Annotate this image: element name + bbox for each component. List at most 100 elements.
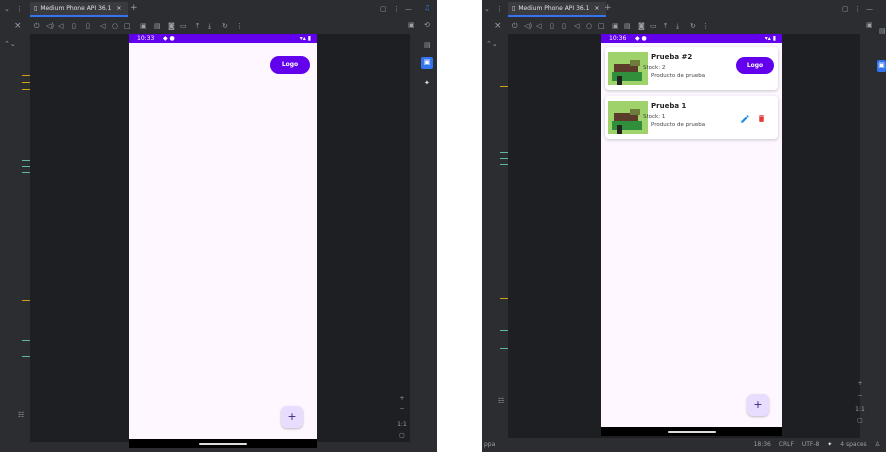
change-marker	[22, 82, 30, 83]
delete-icon[interactable]	[757, 113, 766, 124]
emulator-tool-icon[interactable]: ▣	[877, 60, 886, 72]
status-indent[interactable]: 4 spaces	[840, 441, 866, 448]
edit-icon[interactable]	[740, 114, 750, 124]
rotate-left-icon[interactable]: ▯	[550, 21, 554, 31]
structure-icon[interactable]: ☷	[18, 410, 24, 420]
notifications-icon[interactable]: ♫	[424, 3, 430, 13]
logo-button[interactable]: Logo	[270, 56, 310, 74]
change-marker	[22, 166, 30, 167]
device-mirror-icon[interactable]: ▣	[408, 20, 415, 30]
power-icon[interactable]: ⏻	[34, 21, 40, 31]
product-name: Prueba 1	[651, 102, 687, 110]
rotate-right-icon[interactable]: ▯	[562, 21, 566, 31]
more-icon[interactable]: ⋮	[16, 4, 23, 14]
tab-close-icon[interactable]: ×	[594, 5, 599, 12]
refresh-icon[interactable]: ↻	[222, 21, 228, 31]
home-gesture-handle[interactable]	[667, 431, 716, 433]
left-phone-screen[interactable]: 10:33 ◆ ● ▾▴ ▮ Logo +	[129, 34, 317, 448]
camera-icon[interactable]: ◙	[168, 21, 175, 31]
power-icon[interactable]: ⏻	[512, 21, 518, 31]
change-marker	[500, 164, 508, 165]
rotate-left-icon[interactable]: ▯	[72, 21, 76, 31]
fit-screen-icon[interactable]: ▢	[396, 432, 408, 439]
tab-medium-phone[interactable]: ▯ Medium Phone API 36.1 ×	[508, 2, 607, 17]
add-product-fab[interactable]: +	[281, 406, 303, 428]
status-ai-icon[interactable]: ✦	[827, 441, 832, 448]
back-icon[interactable]: ◁	[100, 21, 105, 31]
zoom-in-button[interactable]: +	[854, 380, 866, 387]
volume-up-icon[interactable]: ◁)	[46, 21, 54, 31]
volume-up-icon[interactable]: ◁)	[524, 21, 532, 31]
display-icon[interactable]: ▭	[180, 21, 187, 31]
emulator-tool-icon[interactable]: ▣	[421, 57, 433, 69]
tab-medium-phone[interactable]: ▯ Medium Phone API 36.1 ×	[30, 2, 129, 17]
minimize-icon[interactable]: —	[405, 4, 412, 14]
download-icon[interactable]: ⤓	[208, 21, 211, 31]
overview-icon[interactable]: □	[124, 21, 131, 31]
download-icon[interactable]: ⤓	[676, 21, 679, 31]
volume-down-icon[interactable]: ◁	[536, 21, 541, 31]
record-icon[interactable]: ▤	[624, 21, 631, 31]
tab-close-icon[interactable]: ×	[116, 5, 121, 12]
volume-down-icon[interactable]: ◁	[58, 21, 63, 31]
screenshot-icon[interactable]: ▣	[140, 21, 147, 31]
status-encoding[interactable]: UTF-8	[802, 441, 820, 448]
minimize-icon[interactable]: —	[866, 4, 873, 14]
close-icon[interactable]: ×	[14, 21, 22, 31]
status-lock-icon[interactable]: ♙	[875, 441, 880, 448]
expand-icon[interactable]: ⌃⌄	[486, 39, 498, 49]
upload-icon[interactable]: ⤒	[664, 21, 667, 31]
running-devices-icon[interactable]: ▤	[424, 40, 431, 50]
status-line-ending[interactable]: CRLF	[779, 441, 794, 448]
restore-icon[interactable]: ▢	[380, 4, 387, 14]
zoom-ratio-button[interactable]: 1:1	[394, 421, 410, 428]
record-icon[interactable]: ▤	[154, 21, 161, 31]
right-ide-window: ⌄ ⋮ ▯ Medium Phone API 36.1 × + ▢ ⋮ — × ⏻…	[482, 0, 886, 452]
status-project[interactable]: ppa	[484, 438, 495, 452]
add-tab-icon[interactable]: +	[130, 3, 138, 13]
screenshot-icon[interactable]: ▣	[612, 21, 619, 31]
add-product-fab[interactable]: +	[747, 394, 769, 416]
ai-assistant-icon[interactable]: ✦	[424, 78, 430, 88]
zoom-in-button[interactable]: +	[396, 395, 408, 402]
toolbar-more-icon[interactable]: ⋮	[236, 21, 243, 31]
product-card[interactable]: Prueba 1 Stock: 1 Producto de prueba	[605, 96, 778, 139]
running-devices-icon[interactable]: ▤	[879, 26, 886, 36]
rotate-right-icon[interactable]: ▯	[86, 21, 90, 31]
product-thumbnail	[608, 101, 648, 134]
chevron-down-icon[interactable]: ⌄	[484, 4, 490, 14]
options-icon[interactable]: ⋮	[854, 4, 861, 14]
device-mirror-icon[interactable]: ▣	[866, 20, 873, 30]
toolbar-more-icon[interactable]: ⋮	[702, 21, 709, 31]
right-phone-screen[interactable]: 10:36 ◆ ● ▾▴ ▮ Prueba #2 Stock: 2 Produc…	[601, 34, 782, 436]
refresh-icon[interactable]: ↻	[690, 21, 696, 31]
change-marker	[500, 86, 508, 87]
status-cursor-position[interactable]: 18:36	[754, 441, 771, 448]
expand-icon[interactable]: ⌃⌄	[4, 39, 16, 49]
chevron-down-icon[interactable]: ⌄	[4, 4, 10, 14]
fit-screen-icon[interactable]: ▢	[854, 417, 866, 424]
sync-icon[interactable]: ⟲	[424, 20, 430, 30]
zoom-out-button[interactable]: −	[396, 405, 408, 412]
display-icon[interactable]: ▭	[650, 21, 657, 31]
add-tab-icon[interactable]: +	[604, 3, 612, 13]
more-icon[interactable]: ⋮	[496, 4, 503, 14]
home-gesture-handle[interactable]	[199, 443, 247, 445]
product-description: Producto de prueba	[651, 73, 706, 79]
change-marker	[500, 348, 508, 349]
restore-icon[interactable]: ▢	[842, 4, 849, 14]
close-icon[interactable]: ×	[494, 21, 502, 31]
back-icon[interactable]: ◁	[574, 21, 579, 31]
camera-icon[interactable]: ◙	[638, 21, 645, 31]
change-marker	[500, 152, 508, 153]
home-icon[interactable]: ○	[586, 21, 592, 31]
overview-icon[interactable]: □	[598, 21, 605, 31]
structure-icon[interactable]: ☷	[498, 396, 504, 406]
home-icon[interactable]: ○	[112, 21, 118, 31]
upload-icon[interactable]: ⤒	[196, 21, 199, 31]
logo-button[interactable]: Logo	[736, 57, 774, 74]
options-icon[interactable]: ⋮	[393, 4, 400, 14]
zoom-ratio-button[interactable]: 1:1	[852, 406, 868, 413]
phone-navigation-bar	[129, 439, 317, 448]
zoom-out-button[interactable]: −	[854, 392, 866, 399]
